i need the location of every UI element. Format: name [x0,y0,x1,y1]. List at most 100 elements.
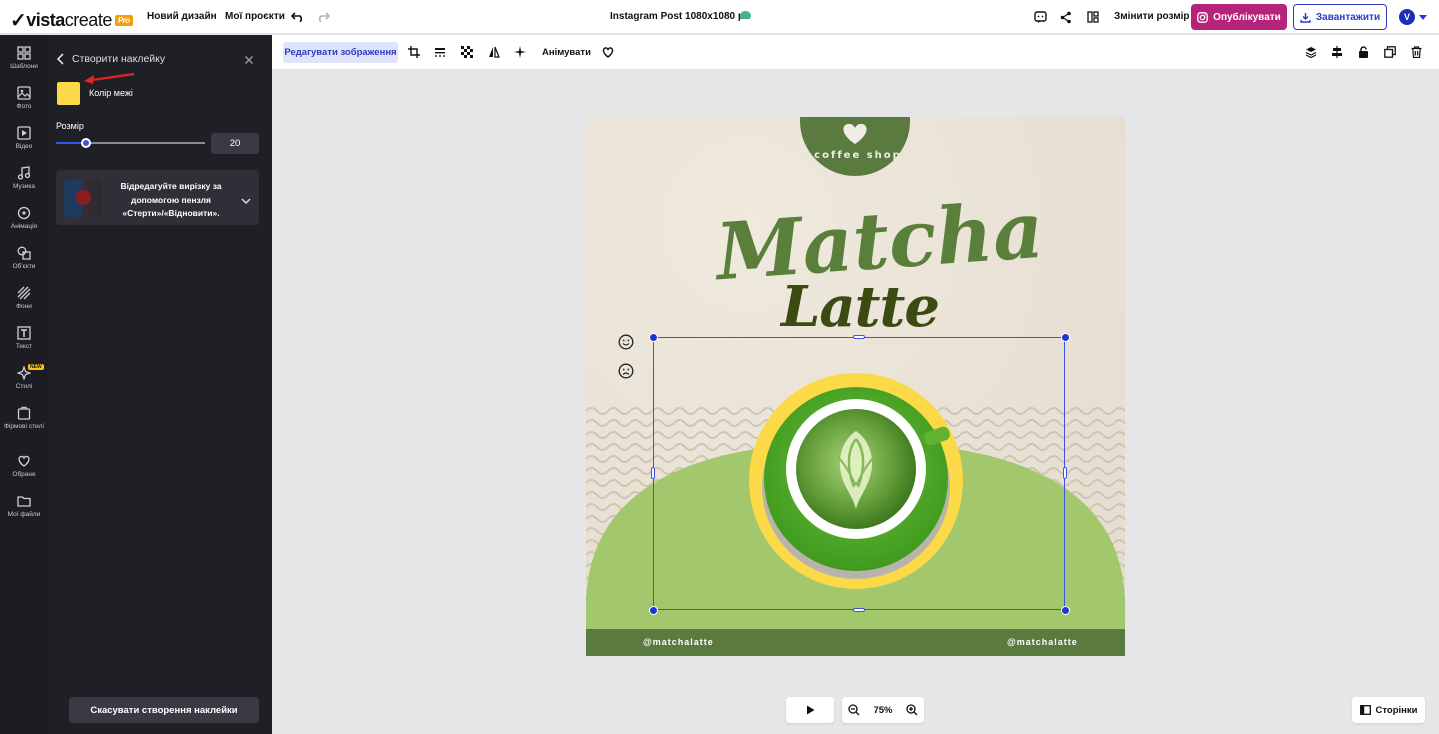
size-slider-thumb[interactable] [80,138,91,148]
border-color-swatch[interactable] [57,82,80,105]
eraser-tip-card[interactable]: Відредагуйте вирізку за допомогою пензля… [56,170,259,225]
comment-icon[interactable] [1032,9,1048,25]
crop-icon[interactable] [408,45,420,63]
resize-handle-bottom-right[interactable] [1061,606,1070,615]
document-title[interactable]: Instagram Post 1080x1080 px [610,11,750,22]
nav-animation[interactable]: Анімація [0,206,48,231]
size-value-input[interactable]: 20 [211,133,259,154]
play-button[interactable] [786,697,834,723]
nav-music[interactable]: Музика [0,166,48,191]
smile-feedback-icon[interactable] [618,334,634,355]
tip-text: Відредагуйте вирізку за допомогою пензля… [120,181,222,218]
close-icon[interactable] [244,52,254,70]
vistacreate-logo[interactable]: ✓ vistacreate Pro [10,8,133,33]
text-icon [17,326,31,340]
download-button[interactable]: Завантажити [1293,4,1387,30]
nav-label: Стилі [15,383,33,390]
pages-panel-icon [1359,705,1371,715]
nav-my-files[interactable]: Мої файли [0,494,48,519]
left-navigation: Шаблони Фото Відео Музика Анімація Об'єк… [0,35,48,734]
folder-icon [17,496,31,507]
nav-styles[interactable]: NEW Стилі [0,364,48,391]
nav-objects[interactable]: Об'єкти [0,246,48,271]
heart-icon [18,455,30,467]
cancel-sticker-button[interactable]: Скасувати створення наклейки [69,697,259,723]
nav-text[interactable]: Текст [0,326,48,351]
pages-label: Сторінки [1375,704,1418,716]
sad-feedback-icon[interactable] [618,363,634,384]
nav-backgrounds[interactable]: Фони [0,286,48,311]
title-latte[interactable]: Latte [760,272,960,342]
resize-handle-bottom[interactable] [853,608,865,612]
nav-video[interactable]: Відео [0,126,48,151]
objects-icon [17,246,31,260]
top-bar: ✓ vistacreate Pro Новий дизайн Мої проєк… [0,0,1439,34]
transparency-icon[interactable] [461,45,473,63]
favorite-heart-icon[interactable] [602,45,614,63]
back-chevron-left-icon[interactable] [56,52,66,70]
undo-icon[interactable] [290,10,306,24]
flip-icon[interactable] [488,45,500,63]
resize-handle-top-left[interactable] [649,333,658,342]
user-avatar[interactable]: V [1399,9,1415,25]
instagram-handle-right[interactable]: @matchalatte [1007,637,1078,647]
music-icon [17,166,31,180]
logo-mark: ✓ [10,10,27,32]
nav-label: Музика [13,183,35,190]
zoom-level[interactable]: 75% [873,705,892,716]
duplicate-icon[interactable] [1384,45,1396,63]
pro-badge: Pro [114,15,133,26]
matcha-cup-sticker[interactable] [746,369,966,589]
download-label: Завантажити [1315,11,1381,23]
instagram-handle-left[interactable]: @matchalatte [643,637,714,647]
publish-label: Опублікувати [1213,11,1281,23]
photo-icon [17,86,31,100]
nav-label: Фірмові стилі [4,423,44,430]
play-icon [806,705,814,715]
nav-label: Мої файли [7,511,41,518]
account-menu-chevron-down-icon[interactable] [1419,15,1427,20]
zoom-in-icon[interactable] [906,704,918,716]
share-icon[interactable] [1058,9,1074,25]
trash-icon[interactable] [1411,45,1422,63]
publish-button[interactable]: Опублікувати [1191,4,1287,30]
nav-templates[interactable]: Шаблони [0,46,48,71]
resize-handle-top-right[interactable] [1061,333,1070,342]
coffee-shop-badge-text[interactable]: coffee shop [810,150,906,161]
zoom-out-icon[interactable] [848,704,860,716]
nav-brand-kits[interactable]: Фірмові стилі [0,406,48,431]
new-badge: NEW [28,364,44,370]
redo-icon[interactable] [315,10,331,24]
nav-favorites[interactable]: Обране [0,454,48,479]
animate-button[interactable]: Анімувати [542,47,591,58]
pages-button[interactable]: Сторінки [1352,697,1425,723]
resize-handle-bottom-left[interactable] [649,606,658,615]
nav-label: Шаблони [10,63,38,70]
edit-image-button[interactable]: Редагувати зображення [283,42,398,63]
nav-label: Об'єкти [12,263,36,270]
effects-sparkle-icon[interactable] [514,45,526,63]
templates-icon [17,46,31,60]
nav-label: Фони [16,303,32,310]
size-slider-track[interactable] [56,142,205,144]
annotation-arrow [84,72,135,84]
create-sticker-panel: Створити наклейку Колір межі Розмір 20 В… [48,35,272,734]
download-icon [1300,12,1311,23]
layers-icon[interactable] [1305,45,1317,63]
size-label: Розмір [56,121,84,131]
backgrounds-icon [17,286,31,300]
chevron-down-icon[interactable] [241,192,251,210]
nav-photo[interactable]: Фото [0,86,48,111]
resize-handle-left[interactable] [651,467,655,479]
nav-label: Анімація [10,223,38,230]
my-projects-button[interactable]: Мої проєкти [225,11,285,22]
lock-icon[interactable] [1358,45,1369,63]
align-icon[interactable] [1331,45,1343,63]
line-style-icon[interactable] [434,45,446,63]
element-toolbar: Редагувати зображення Анімувати [272,35,1439,70]
resize-handle-right[interactable] [1063,467,1067,479]
new-design-button[interactable]: Новий дизайн [147,11,217,22]
resize-button[interactable]: Змінити розмір [1114,11,1190,22]
animation-icon [17,206,31,220]
resize-handle-top[interactable] [853,335,865,339]
